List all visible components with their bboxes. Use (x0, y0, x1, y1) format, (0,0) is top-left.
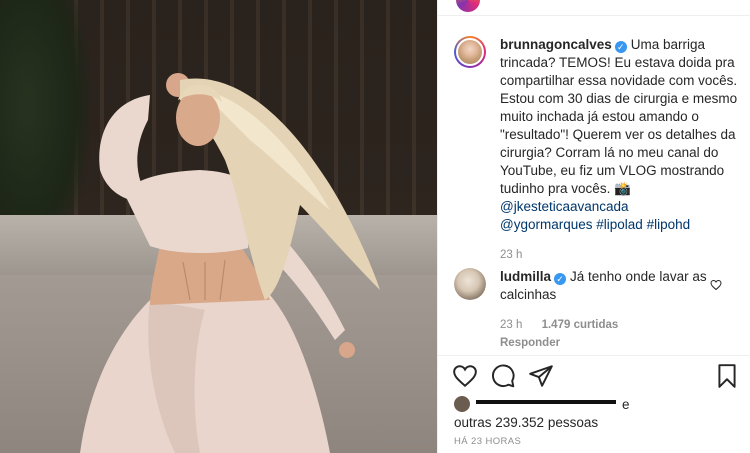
mention-ygormarques[interactable]: @ygormarques (500, 217, 593, 232)
paper-plane-icon[interactable] (528, 363, 554, 389)
caption-time[interactable]: 23 h (500, 249, 522, 261)
reply-button[interactable]: Responder (500, 337, 560, 349)
comment-time[interactable]: 23 h (500, 319, 522, 331)
post-timestamp[interactable]: HÁ 23 HORAS (454, 436, 521, 447)
person-illustration (80, 73, 380, 453)
caption-meta: 23 h (500, 246, 744, 264)
author-avatar[interactable] (454, 36, 486, 68)
post-side-panel: brunnagoncalves ✓ Uma barriga trincada? TE… (437, 0, 750, 453)
bookmark-icon[interactable] (714, 363, 740, 389)
author-username[interactable]: brunnagoncalves (500, 37, 612, 52)
comment-icon[interactable] (490, 363, 516, 389)
camera-emoji: 📸 (614, 181, 631, 196)
caption-body: brunnagoncalves ✓ Uma barriga trincada? TE… (500, 36, 744, 264)
caption: brunnagoncalves ✓ Uma barriga trincada? TE… (454, 36, 744, 264)
likes-others[interactable]: outras 239.352 pessoas (454, 415, 598, 430)
header-avatar[interactable] (456, 0, 480, 12)
action-bar (438, 355, 750, 395)
comment-meta: 23 h 1.479 curtidas Responder (500, 316, 710, 352)
verified-badge-icon: ✓ (614, 41, 627, 53)
likes-summary: e outras 239.352 pessoas (454, 396, 744, 432)
hashtag-lipohd[interactable]: #lipohd (647, 217, 691, 232)
commenter-username[interactable]: ludmilla (500, 269, 551, 284)
comment-likes[interactable]: 1.479 curtidas (542, 319, 619, 331)
caption-text: Uma barriga trincada? TEMOS! Eu estava d… (500, 37, 738, 196)
commenter-avatar[interactable] (454, 268, 486, 300)
verified-badge-icon: ✓ (554, 273, 567, 285)
likes-and: e (622, 397, 630, 412)
instagram-post: brunnagoncalves ✓ Uma barriga trincada? TE… (0, 0, 750, 453)
liker-avatar[interactable] (454, 396, 470, 412)
comment-body: ludmilla ✓ Já tenho onde lavar as calcinha… (500, 268, 710, 352)
top-strip (438, 0, 750, 16)
post-photo[interactable] (0, 0, 437, 453)
heart-icon[interactable] (452, 363, 478, 389)
hashtag-lipolad[interactable]: #lipolad (596, 217, 643, 232)
comment-like-heart-icon[interactable] (710, 279, 722, 291)
mention-jkesteticaavancada[interactable]: @jkesteticaavancada (500, 199, 629, 214)
redacted-liker-name (476, 400, 616, 404)
comment-item: ludmilla ✓ Já tenho onde lavar as calcinha… (454, 268, 744, 352)
